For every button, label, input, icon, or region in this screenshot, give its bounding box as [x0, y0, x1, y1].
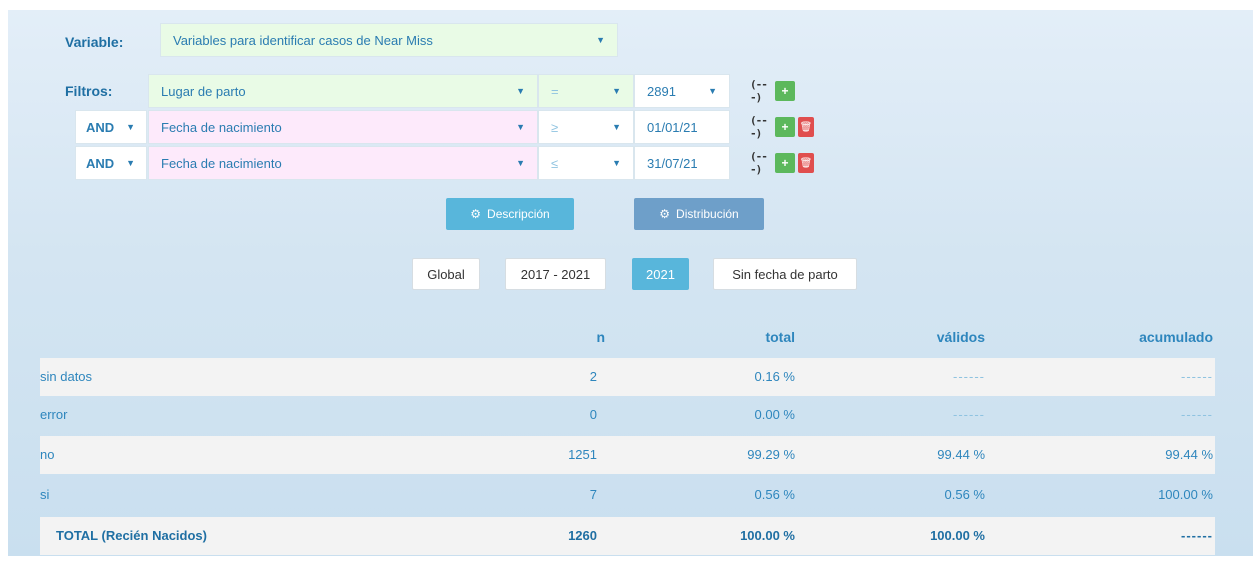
row-acumulado: ------	[1181, 369, 1213, 384]
total-n: 1260	[568, 528, 597, 543]
chevron-down-icon: ▼	[126, 122, 136, 132]
descripcion-label: Descripción	[487, 207, 550, 221]
filter-operator-value: =	[551, 83, 559, 99]
total-total: 100.00 %	[740, 528, 795, 543]
row-total: 99.29 %	[747, 447, 795, 462]
row-validos: ------	[953, 369, 985, 384]
connector-select[interactable]: AND ▼	[75, 110, 147, 144]
connector-value: AND	[86, 155, 115, 171]
filter-field-value: Fecha de nacimiento	[161, 119, 282, 135]
tab-sin-fecha-de-parto[interactable]: Sin fecha de parto	[713, 258, 857, 290]
chevron-down-icon: ▼	[516, 158, 525, 168]
filter-value-input[interactable]: 01/01/21	[634, 110, 730, 144]
row-label: error	[40, 407, 68, 422]
row-label: si	[40, 487, 50, 502]
table-row: si 7 0.56 % 0.56 % 100.00 %	[40, 476, 1215, 514]
filter-value: 01/01/21	[647, 119, 698, 135]
filter-value: 31/07/21	[647, 155, 698, 171]
tab-2021[interactable]: 2021	[632, 258, 689, 290]
row-n: 2	[589, 369, 597, 384]
filter-operator-value: ≥	[551, 119, 559, 135]
filter-operator-select[interactable]: = ▼	[538, 74, 634, 108]
gears-icon: ⚙	[470, 207, 482, 221]
total-acumulado: ------	[1181, 528, 1213, 543]
filter-field-select[interactable]: Fecha de nacimiento ▼	[148, 146, 538, 180]
descripcion-button[interactable]: ⚙ Descripción	[446, 198, 574, 230]
function-icon[interactable]: (---)	[750, 150, 772, 176]
variable-select[interactable]: Variables para identificar casos de Near…	[160, 23, 618, 57]
chevron-down-icon: ▼	[516, 86, 525, 96]
add-filter-button[interactable]: +	[775, 81, 795, 101]
connector-value: AND	[86, 119, 115, 135]
row-acumulado: 100.00 %	[1158, 487, 1213, 502]
header-total: total	[765, 329, 795, 345]
function-icon[interactable]: (---)	[750, 114, 772, 140]
chevron-down-icon: ▼	[516, 122, 525, 132]
filters-label: Filtros:	[65, 83, 113, 99]
filter-field-value: Fecha de nacimiento	[161, 155, 282, 171]
filter-operator-value: ≤	[551, 155, 559, 171]
chevron-down-icon: ▼	[126, 158, 136, 168]
filter-field-select[interactable]: Lugar de parto ▼	[148, 74, 538, 108]
row-n: 0	[589, 407, 597, 422]
tab-2017-2021[interactable]: 2017 - 2021	[505, 258, 606, 290]
table-row: no 1251 99.29 % 99.44 % 99.44 %	[40, 436, 1215, 474]
chevron-down-icon: ▼	[708, 86, 717, 96]
header-validos: válidos	[936, 329, 985, 345]
total-validos: 100.00 %	[930, 528, 985, 543]
filter-value: 2891	[647, 83, 676, 99]
variable-select-value: Variables para identificar casos de Near…	[173, 32, 433, 48]
row-n: 1251	[568, 447, 597, 462]
distribucion-label: Distribución	[676, 207, 739, 221]
row-label: sin datos	[40, 369, 93, 384]
row-validos: ------	[953, 407, 985, 422]
distribucion-button[interactable]: ⚙ Distribución	[634, 198, 764, 230]
row-total: 0.16 %	[754, 369, 795, 384]
add-filter-button[interactable]: +	[775, 117, 795, 137]
tab-global[interactable]: Global	[412, 258, 480, 290]
row-validos: 0.56 %	[944, 487, 985, 502]
table-total-row: TOTAL (Recién Nacidos) 1260 100.00 % 100…	[40, 517, 1215, 555]
header-acumulado: acumulado	[1139, 329, 1213, 345]
add-filter-button[interactable]: +	[775, 153, 795, 173]
filter-field-select[interactable]: Fecha de nacimiento ▼	[148, 110, 538, 144]
delete-filter-button[interactable]: 🗑	[798, 117, 814, 137]
chevron-down-icon: ▼	[612, 158, 621, 168]
row-total: 0.00 %	[754, 407, 795, 422]
row-label: no	[40, 447, 55, 462]
row-validos: 99.44 %	[937, 447, 985, 462]
filter-value-input[interactable]: 31/07/21	[634, 146, 730, 180]
row-acumulado: 99.44 %	[1165, 447, 1213, 462]
filter-operator-select[interactable]: ≤ ▼	[538, 146, 634, 180]
panel: Variable: Variables para identificar cas…	[8, 10, 1253, 556]
function-icon[interactable]: (---)	[750, 78, 772, 104]
row-total: 0.56 %	[754, 487, 795, 502]
row-acumulado: ------	[1181, 407, 1213, 422]
filter-value-select[interactable]: 2891 ▼	[634, 74, 730, 108]
gears-icon: ⚙	[659, 207, 671, 221]
chevron-down-icon: ▼	[612, 86, 621, 96]
variable-label: Variable:	[65, 34, 124, 50]
row-n: 7	[589, 487, 597, 502]
total-label: TOTAL (Recién Nacidos)	[56, 528, 207, 543]
table-row: error 0 0.00 % ------ ------	[40, 396, 1215, 434]
chevron-down-icon: ▼	[596, 35, 605, 45]
table-row: sin datos 2 0.16 % ------ ------	[40, 358, 1215, 396]
filter-field-value: Lugar de parto	[161, 83, 246, 99]
chevron-down-icon: ▼	[612, 122, 621, 132]
filter-operator-select[interactable]: ≥ ▼	[538, 110, 634, 144]
delete-filter-button[interactable]: 🗑	[798, 153, 814, 173]
header-n: n	[596, 329, 605, 345]
connector-select[interactable]: AND ▼	[75, 146, 147, 180]
